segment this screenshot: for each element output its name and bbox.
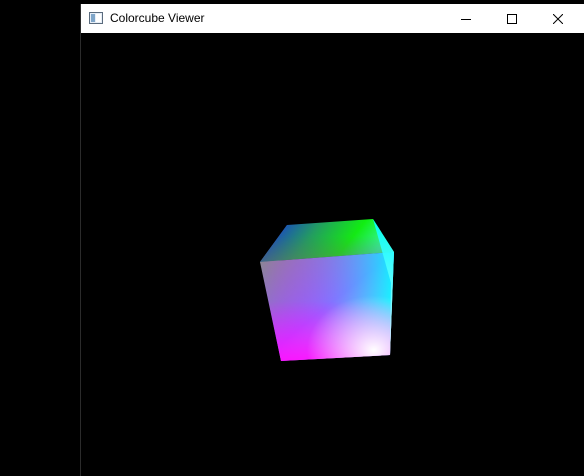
window-app-icon[interactable] [89, 11, 103, 24]
window-title: Colorcube Viewer [110, 11, 205, 25]
app-window: Colorcube Viewer [80, 4, 584, 476]
close-icon [553, 13, 563, 24]
minimize-button[interactable] [443, 4, 489, 33]
maximize-button[interactable] [489, 4, 535, 33]
minimize-icon [461, 18, 471, 20]
title-bar[interactable]: Colorcube Viewer [81, 4, 584, 33]
color-cube[interactable] [81, 33, 584, 476]
close-button[interactable] [535, 4, 581, 33]
maximize-icon [507, 13, 517, 24]
render-viewport[interactable] [81, 33, 584, 476]
